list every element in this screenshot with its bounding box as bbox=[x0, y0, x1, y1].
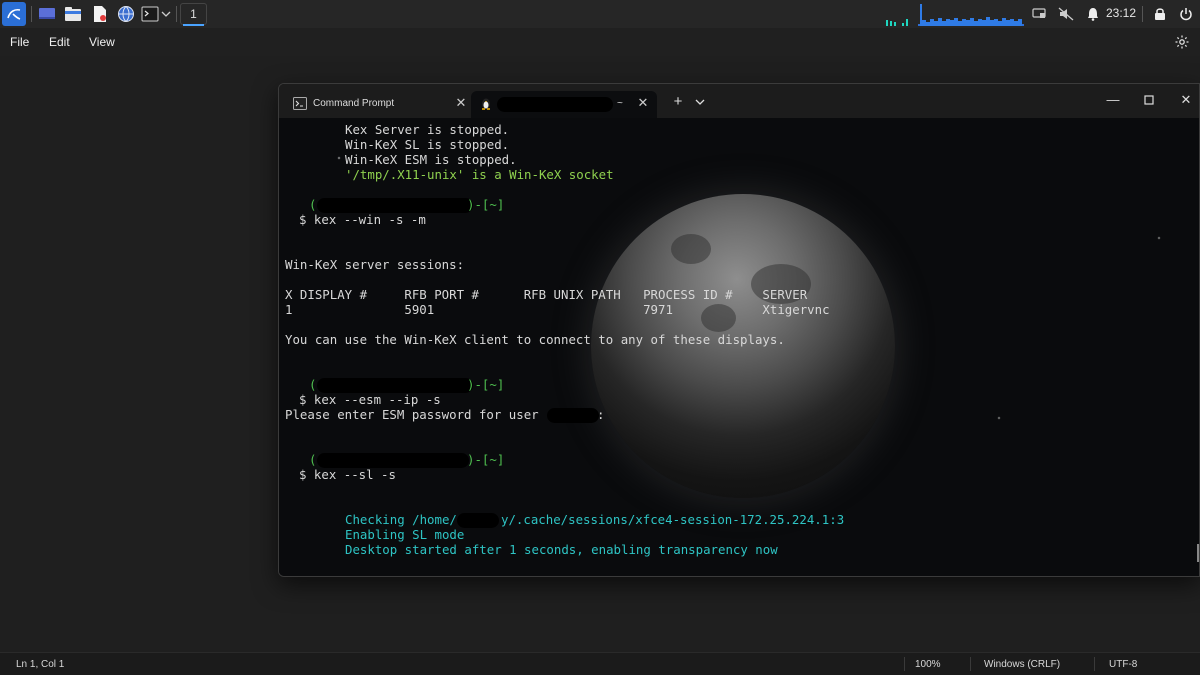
editor-menubar: File Edit View bbox=[0, 28, 1200, 56]
sessions-row: 1 5901 7971 Xtigervnc bbox=[285, 302, 830, 317]
prompt-open: ( bbox=[309, 377, 317, 392]
close-tab-icon[interactable]: ✕ bbox=[635, 95, 651, 111]
terminal-line: Enabling SL mode bbox=[345, 527, 465, 542]
workspace-button[interactable]: 1 bbox=[180, 3, 207, 26]
terminal-line: Please enter ESM password for user bbox=[285, 407, 539, 422]
terminal-line: : bbox=[597, 407, 605, 422]
sessions-column-headers: X DISPLAY # RFB PORT # RFB UNIX PATH PRO… bbox=[285, 287, 808, 302]
cursor-position[interactable]: Ln 1, Col 1 bbox=[16, 659, 64, 670]
network-monitor-graph bbox=[918, 4, 1024, 26]
close-tab-icon[interactable]: ✕ bbox=[453, 95, 469, 111]
tab-title: Command Prompt bbox=[313, 98, 395, 109]
terminal-line: You can use the Win-KeX client to connec… bbox=[285, 332, 785, 347]
close-window-icon[interactable]: ✕ bbox=[1178, 92, 1194, 108]
top-taskbar: 1 23:12 bbox=[0, 0, 1200, 28]
redacted-tab-title bbox=[497, 97, 613, 112]
redacted-prompt-host bbox=[317, 378, 473, 393]
notification-bell-icon[interactable] bbox=[1085, 6, 1101, 22]
menu-edit[interactable]: Edit bbox=[49, 35, 70, 49]
terminal-scrollbar[interactable] bbox=[1197, 544, 1199, 562]
menu-file[interactable]: File bbox=[10, 35, 29, 49]
status-separator bbox=[970, 657, 971, 671]
zoom-level[interactable]: 100% bbox=[915, 659, 941, 670]
redacted-prompt-host bbox=[317, 198, 473, 213]
prompt-close: )-[~] bbox=[467, 452, 505, 467]
terminal-tab-bar: Command Prompt ✕ ~ ✕ + — ✕ bbox=[279, 84, 1199, 118]
terminal-line: Win-KeX SL is stopped. bbox=[345, 137, 510, 152]
terminal-line: y/.cache/sessions/xfce4-session-172.25.2… bbox=[501, 512, 845, 527]
taskbar-clock[interactable]: 23:12 bbox=[1106, 6, 1136, 20]
cmd-prompt-icon bbox=[293, 97, 307, 110]
terminal-line: Win-KeX server sessions: bbox=[285, 257, 465, 272]
taskbar-separator bbox=[176, 6, 177, 22]
tab-title-suffix: ~ bbox=[617, 98, 623, 109]
prompt-open: ( bbox=[309, 452, 317, 467]
volume-muted-icon[interactable] bbox=[1058, 6, 1074, 22]
redacted-username bbox=[547, 408, 599, 423]
moon-crater bbox=[671, 234, 711, 264]
maximize-icon[interactable] bbox=[1141, 92, 1157, 108]
terminal-icon[interactable] bbox=[139, 3, 161, 25]
cpu-monitor-graph bbox=[886, 19, 908, 26]
settings-gear-icon[interactable] bbox=[1174, 34, 1190, 50]
lock-icon[interactable] bbox=[1152, 6, 1168, 22]
file-manager-icon[interactable] bbox=[62, 3, 84, 25]
menu-view[interactable]: View bbox=[89, 35, 115, 49]
linux-penguin-icon bbox=[482, 98, 490, 110]
terminal-output[interactable]: Kex Server is stopped. Win-KeX SL is sto… bbox=[279, 118, 1199, 576]
prompt-open: ( bbox=[309, 197, 317, 212]
prompt-close: )-[~] bbox=[467, 377, 505, 392]
workspace-label: 1 bbox=[190, 7, 197, 21]
new-tab-plus-icon[interactable]: + bbox=[670, 94, 686, 110]
windows-terminal-window[interactable]: Command Prompt ✕ ~ ✕ + — ✕ Kex Server is… bbox=[278, 83, 1200, 577]
workspace-active-indicator bbox=[183, 24, 204, 26]
display-icon[interactable] bbox=[1031, 6, 1047, 22]
terminal-dropdown-icon[interactable] bbox=[160, 3, 172, 25]
minimize-icon[interactable]: — bbox=[1105, 92, 1121, 108]
status-separator bbox=[904, 657, 905, 671]
terminal-command: $ kex --win -s -m bbox=[299, 212, 426, 227]
terminal-line: Desktop started after 1 seconds, enablin… bbox=[345, 542, 778, 557]
terminal-command: $ kex --sl -s bbox=[299, 467, 396, 482]
kali-menu-icon[interactable] bbox=[2, 2, 26, 26]
tab-command-prompt[interactable]: Command Prompt ✕ bbox=[285, 91, 469, 118]
line-ending[interactable]: Windows (CRLF) bbox=[984, 659, 1060, 670]
taskbar-separator bbox=[31, 6, 32, 22]
terminal-line: Kex Server is stopped. bbox=[345, 122, 510, 137]
prompt-close: )-[~] bbox=[467, 197, 505, 212]
status-bar: Ln 1, Col 1 100% Windows (CRLF) UTF-8 bbox=[0, 652, 1200, 675]
desktop-icon[interactable] bbox=[36, 3, 58, 25]
text-editor-icon[interactable] bbox=[89, 3, 111, 25]
taskbar-separator bbox=[1142, 6, 1143, 22]
web-browser-icon[interactable] bbox=[115, 3, 137, 25]
status-separator bbox=[1094, 657, 1095, 671]
tab-dropdown-chevron-icon[interactable] bbox=[693, 94, 707, 110]
redacted-prompt-host bbox=[317, 453, 469, 468]
terminal-line: Checking /home/ bbox=[345, 512, 457, 527]
terminal-line: '/tmp/.X11-unix' is a Win-KeX socket bbox=[345, 167, 614, 182]
power-icon[interactable] bbox=[1178, 6, 1194, 22]
terminal-line: Win-KeX ESM is stopped. bbox=[345, 152, 517, 167]
tab-linux-shell[interactable]: ~ ✕ bbox=[471, 91, 657, 118]
redacted-username bbox=[457, 513, 499, 528]
terminal-command: $ kex --esm --ip -s bbox=[299, 392, 441, 407]
encoding[interactable]: UTF-8 bbox=[1109, 659, 1137, 670]
